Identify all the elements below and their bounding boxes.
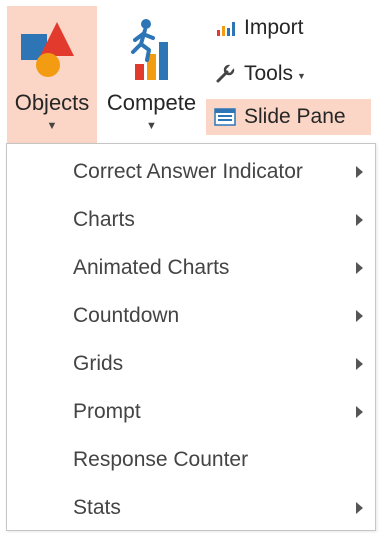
tools-label: Tools: [244, 62, 294, 85]
menu-item-label: Stats: [73, 496, 121, 519]
shapes-icon: [7, 12, 97, 82]
menu-item-charts[interactable]: Charts: [7, 200, 375, 240]
menu-item-animated-charts[interactable]: Animated Charts: [7, 248, 375, 288]
menu-item-grids[interactable]: Grids: [7, 344, 375, 384]
chevron-right-icon: [356, 358, 363, 370]
objects-label: Objects: [14, 90, 90, 115]
bar-chart-icon: [214, 17, 236, 39]
compete-label: Compete: [106, 90, 197, 115]
menu-item-correct-answer-indicator[interactable]: Correct Answer Indicator: [7, 152, 375, 192]
menu-item-response-counter[interactable]: Response Counter: [7, 440, 375, 480]
chevron-down-icon: ▼: [297, 70, 306, 81]
chevron-right-icon: [356, 262, 363, 274]
menu-item-stats[interactable]: Stats: [7, 488, 375, 528]
menu-item-label: Prompt: [73, 400, 141, 423]
menu-item-label: Grids: [73, 352, 124, 375]
chevron-right-icon: [356, 502, 363, 514]
chevron-right-icon: [356, 310, 363, 322]
slide-pane-icon: [214, 106, 236, 128]
menu-item-prompt[interactable]: Prompt: [7, 392, 375, 432]
chevron-right-icon: [356, 166, 363, 178]
menu-item-label: Animated Charts: [73, 256, 230, 279]
slide-pane-button[interactable]: Slide Pane: [206, 99, 371, 135]
import-button[interactable]: Import: [206, 10, 304, 46]
chevron-down-icon: ▼: [46, 120, 58, 132]
menu-item-label: Countdown: [73, 304, 180, 327]
menu-item-label: Charts: [73, 208, 135, 231]
chevron-right-icon: [356, 406, 363, 418]
objects-dropdown-menu: Correct Answer Indicator Charts Animated…: [6, 143, 376, 531]
chevron-right-icon: [356, 214, 363, 226]
tools-button[interactable]: Tools ▼: [206, 56, 306, 92]
objects-button[interactable]: Objects ▼: [7, 6, 97, 144]
menu-item-label: Correct Answer Indicator: [73, 160, 303, 183]
compete-button[interactable]: Compete ▼: [101, 6, 202, 144]
menu-item-countdown[interactable]: Countdown: [7, 296, 375, 336]
runner-chart-icon: [101, 12, 202, 82]
ribbon: Objects ▼ Compete ▼ Import Tools ▼ Slide…: [0, 0, 383, 145]
menu-item-label: Response Counter: [73, 448, 249, 471]
wrench-icon: [214, 63, 236, 85]
chevron-down-icon: ▼: [146, 120, 157, 132]
import-label: Import: [244, 16, 304, 39]
slide-pane-label: Slide Pane: [244, 105, 346, 128]
